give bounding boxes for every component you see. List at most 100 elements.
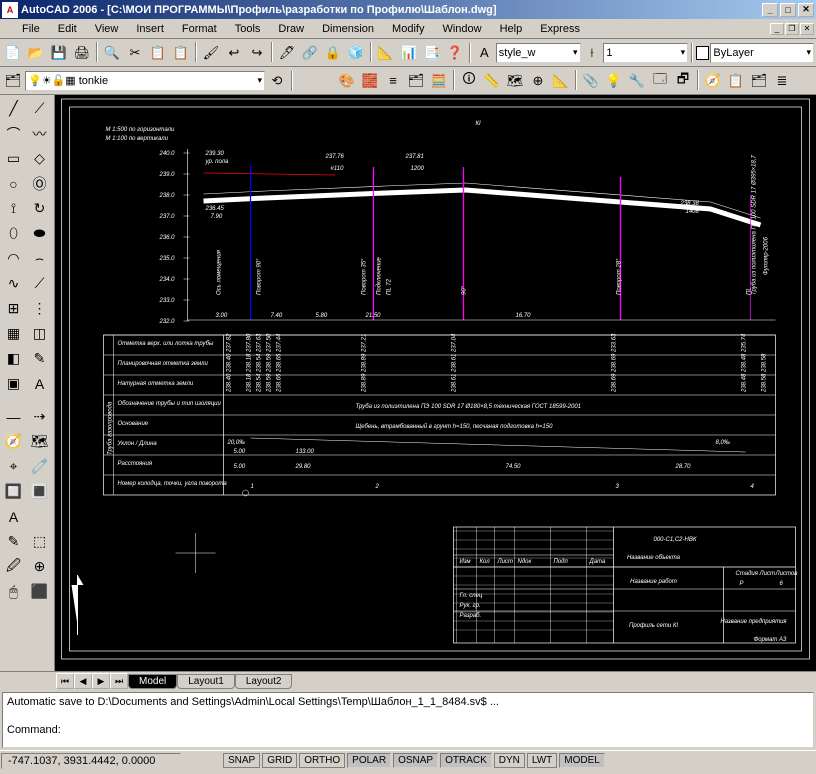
std-tool-18[interactable]: ❓ bbox=[444, 42, 466, 64]
draw-tool-0-0[interactable]: ╱ bbox=[1, 96, 26, 121]
modify-tool-9[interactable] bbox=[27, 504, 52, 529]
modify-tool-3[interactable]: 🗺 bbox=[27, 429, 52, 454]
minimize-button[interactable]: _ bbox=[762, 3, 778, 17]
draw-tool-4-0[interactable]: ⟟ bbox=[1, 196, 26, 221]
prop-tool-12[interactable]: 🔧 bbox=[626, 70, 648, 92]
tab-next[interactable]: ▶ bbox=[92, 673, 110, 689]
prop-tool-17[interactable]: 🗂 bbox=[748, 70, 770, 92]
modify-tool-7[interactable]: 🔳 bbox=[27, 479, 52, 504]
status-dyn[interactable]: DYN bbox=[494, 753, 525, 768]
menu-insert[interactable]: Insert bbox=[128, 21, 172, 37]
std-tool-3[interactable]: 🖨 bbox=[71, 42, 93, 64]
prop-tool-11[interactable]: 💡 bbox=[603, 70, 625, 92]
std-tool-7[interactable]: 📋 bbox=[170, 42, 192, 64]
prop-tool-7[interactable]: 🗺 bbox=[504, 70, 526, 92]
status-ortho[interactable]: ORTHO bbox=[299, 753, 345, 768]
status-polar[interactable]: POLAR bbox=[347, 753, 391, 768]
prop-tool-1[interactable]: 🧱 bbox=[359, 70, 381, 92]
status-model[interactable]: MODEL bbox=[559, 753, 605, 768]
std-tool-8[interactable]: 🖌 bbox=[200, 42, 222, 64]
draw-tool-0-1[interactable]: ⟋ bbox=[27, 96, 52, 121]
layer-combo[interactable]: 💡 ☀ 🔓 ▦ tonkie bbox=[25, 71, 265, 91]
std-tool-6[interactable]: 📋 bbox=[147, 42, 169, 64]
std-tool-16[interactable]: 📊 bbox=[398, 42, 420, 64]
std-tool-12[interactable]: 🔗 bbox=[299, 42, 321, 64]
modify-tool-1[interactable]: ⇢ bbox=[27, 404, 52, 429]
prop-tool-9[interactable]: 📐 bbox=[550, 70, 572, 92]
draw-tool-5-1[interactable]: ⬬ bbox=[27, 221, 52, 246]
prop-tool-16[interactable]: 📋 bbox=[725, 70, 747, 92]
std-tool-0[interactable]: 📄 bbox=[2, 42, 24, 64]
std-tool-14[interactable]: 🧊 bbox=[345, 42, 367, 64]
modify-tool-14[interactable]: 🖱 bbox=[1, 579, 26, 604]
prop-tool-8[interactable]: ⊕ bbox=[527, 70, 549, 92]
menu-express[interactable]: Express bbox=[532, 21, 588, 37]
prop-tool-6[interactable]: 📏 bbox=[481, 70, 503, 92]
menu-tools[interactable]: Tools bbox=[227, 21, 269, 37]
modify-tool-4[interactable]: ⌖ bbox=[1, 454, 26, 479]
layer-manager-icon[interactable]: 🗂 bbox=[2, 70, 24, 92]
draw-tool-7-1[interactable]: ⟋ bbox=[27, 271, 52, 296]
color-swatch[interactable] bbox=[696, 46, 709, 60]
menu-format[interactable]: Format bbox=[174, 21, 225, 37]
std-tool-2[interactable]: 💾 bbox=[48, 42, 70, 64]
draw-tool-2-0[interactable]: ▭ bbox=[1, 146, 26, 171]
menu-view[interactable]: View bbox=[87, 21, 127, 37]
prop-tool-0[interactable]: 🎨 bbox=[336, 70, 358, 92]
textstyle-icon[interactable]: A bbox=[474, 42, 495, 64]
status-lwt[interactable]: LWT bbox=[527, 753, 557, 768]
tab-model[interactable]: Model bbox=[128, 674, 177, 689]
draw-tool-3-1[interactable]: Ⓞ bbox=[27, 171, 52, 196]
mdi-close[interactable]: ✕ bbox=[800, 23, 814, 35]
draw-tool-10-0[interactable]: ◧ bbox=[1, 346, 26, 371]
layer-prev-icon[interactable]: ⟲ bbox=[266, 70, 288, 92]
status-osnap[interactable]: OSNAP bbox=[393, 753, 438, 768]
menu-file[interactable]: File bbox=[14, 21, 48, 37]
close-button[interactable]: ✕ bbox=[798, 3, 814, 17]
std-tool-11[interactable]: 🖊 bbox=[276, 42, 298, 64]
modify-tool-11[interactable]: ⬚ bbox=[27, 529, 52, 554]
draw-tool-3-0[interactable]: ○ bbox=[1, 171, 26, 196]
draw-tool-5-0[interactable]: ⬯ bbox=[1, 221, 26, 246]
tab-last[interactable]: ⏭ bbox=[110, 673, 128, 689]
mdi-minimize[interactable]: _ bbox=[770, 23, 784, 35]
status-otrack[interactable]: OTRACK bbox=[440, 753, 492, 768]
modify-tool-2[interactable]: 🧭 bbox=[1, 429, 26, 454]
std-tool-9[interactable]: ↩ bbox=[223, 42, 245, 64]
draw-tool-10-1[interactable]: ✎ bbox=[27, 346, 52, 371]
prop-tool-13[interactable]: 🗔 bbox=[649, 70, 671, 92]
draw-tool-7-0[interactable]: ∿ bbox=[1, 271, 26, 296]
prop-tool-14[interactable]: 🗗 bbox=[672, 70, 694, 92]
tab-layout1[interactable]: Layout1 bbox=[177, 674, 235, 689]
modify-tool-6[interactable]: 🔲 bbox=[1, 479, 26, 504]
draw-tool-6-1[interactable]: ⌢ bbox=[27, 246, 52, 271]
prop-tool-3[interactable]: 🗂 bbox=[405, 70, 427, 92]
draw-tool-6-0[interactable]: ◠ bbox=[1, 246, 26, 271]
modify-tool-5[interactable]: 🧷 bbox=[27, 454, 52, 479]
draw-tool-8-1[interactable]: ⋮ bbox=[27, 296, 52, 321]
std-tool-10[interactable]: ↪ bbox=[246, 42, 268, 64]
tab-first[interactable]: ⏮ bbox=[56, 673, 74, 689]
modify-tool-0[interactable]: — bbox=[1, 404, 26, 429]
maximize-button[interactable]: □ bbox=[780, 3, 796, 17]
menu-edit[interactable]: Edit bbox=[50, 21, 85, 37]
modify-tool-12[interactable]: 🖉 bbox=[1, 554, 26, 579]
std-tool-1[interactable]: 📂 bbox=[25, 42, 47, 64]
menu-modify[interactable]: Modify bbox=[384, 21, 432, 37]
tab-prev[interactable]: ◀ bbox=[74, 673, 92, 689]
menu-draw[interactable]: Draw bbox=[270, 21, 312, 37]
prop-tool-4[interactable]: 🧮 bbox=[428, 70, 450, 92]
color-combo[interactable]: ByLayer bbox=[710, 43, 814, 63]
draw-tool-1-1[interactable]: 〰 bbox=[27, 121, 52, 146]
prop-tool-15[interactable]: 🧭 bbox=[702, 70, 724, 92]
std-tool-4[interactable]: 🔍 bbox=[101, 42, 123, 64]
prop-tool-18[interactable]: ≣ bbox=[771, 70, 793, 92]
modify-tool-10[interactable]: ✎ bbox=[1, 529, 26, 554]
draw-tool-9-0[interactable]: ▦ bbox=[1, 321, 26, 346]
status-grid[interactable]: GRID bbox=[262, 753, 297, 768]
modify-tool-15[interactable]: ⬛ bbox=[27, 579, 52, 604]
tab-layout2[interactable]: Layout2 bbox=[235, 674, 293, 689]
std-tool-17[interactable]: 📑 bbox=[421, 42, 443, 64]
prop-tool-10[interactable]: 📎 bbox=[580, 70, 602, 92]
draw-tool-9-1[interactable]: ◫ bbox=[27, 321, 52, 346]
